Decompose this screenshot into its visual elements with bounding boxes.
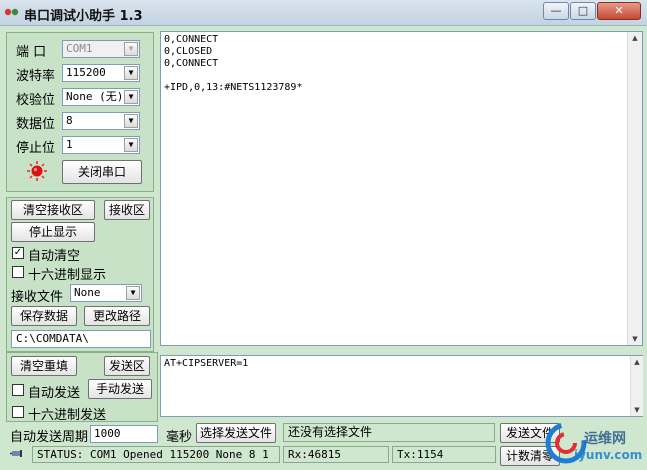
watermark-url: iyunv.com (574, 448, 643, 462)
title-bar: 串口调试小助手 1.3 — □ ✕ (0, 0, 647, 26)
port-value: COM1 (66, 42, 93, 55)
receive-file-select[interactable]: None ▼ (70, 284, 142, 302)
scroll-up-icon[interactable]: ▲ (631, 356, 643, 368)
choose-file-button[interactable]: 选择发送文件 (196, 423, 276, 443)
stopbits-select[interactable]: 1 ▼ (62, 136, 140, 154)
receive-area-button[interactable]: 接收区 (104, 200, 150, 220)
tx-counter: Tx:1154 (392, 446, 496, 463)
chevron-down-icon: ▼ (124, 42, 138, 56)
receive-file-value: None (74, 286, 101, 299)
save-path-field[interactable]: C:\COMDATA\ (11, 330, 151, 348)
databits-value: 8 (66, 114, 73, 127)
stopbits-value: 1 (66, 138, 73, 151)
hex-display-checkbox[interactable] (12, 266, 24, 278)
period-input[interactable]: 1000 (90, 425, 158, 443)
watermark-brand: 运维网 (584, 431, 626, 447)
chevron-down-icon: ▼ (124, 66, 138, 80)
chevron-down-icon: ▼ (124, 138, 138, 152)
chevron-down-icon: ▼ (124, 90, 138, 104)
rx-counter: Rx:46815 (283, 446, 389, 463)
manual-send-button[interactable]: 手动发送 (88, 379, 152, 399)
pin-icon (10, 450, 22, 457)
databits-select[interactable]: 8 ▼ (62, 112, 140, 130)
receive-file-label: 接收文件 (11, 290, 64, 305)
stopbits-label: 停止位 (16, 141, 56, 156)
scroll-up-icon[interactable]: ▲ (628, 32, 642, 44)
send-area-button[interactable]: 发送区 (104, 356, 150, 376)
port-status-lamp-icon (27, 161, 47, 181)
window-title: 串口调试小助手 1.3 (24, 9, 143, 24)
period-label: 自动发送周期 (10, 430, 89, 445)
auto-clear-checkbox[interactable]: ✓ (12, 247, 24, 259)
chevron-down-icon: ▼ (126, 286, 140, 300)
databits-label: 数据位 (16, 117, 56, 132)
clear-send-button[interactable]: 清空重填 (11, 356, 77, 376)
selected-file-field: 还没有选择文件 (283, 423, 495, 442)
change-path-button[interactable]: 更改路径 (84, 306, 150, 326)
send-textarea[interactable]: AT+CIPSERVER=1 (160, 355, 643, 417)
minimize-button[interactable]: — (543, 2, 569, 20)
ms-label: 毫秒 (166, 430, 193, 445)
send-scrollbar[interactable]: ▲ ▼ (630, 356, 643, 416)
parity-select[interactable]: None (无) ▼ (62, 88, 140, 106)
stop-display-button[interactable]: 停止显示 (11, 222, 95, 242)
close-button[interactable]: ✕ (597, 2, 641, 20)
maximize-button[interactable]: □ (570, 2, 596, 20)
baud-value: 115200 (66, 66, 106, 79)
auto-clear-label: 自动清空 (28, 249, 81, 264)
scroll-down-icon[interactable]: ▼ (631, 404, 643, 416)
auto-send-checkbox[interactable] (12, 384, 24, 396)
receive-textarea[interactable]: 0,CONNECT 0,CLOSED 0,CONNECT +IPD,0,13:#… (160, 31, 643, 346)
clear-receive-button[interactable]: 清空接收区 (11, 200, 95, 220)
save-data-button[interactable]: 保存数据 (11, 306, 77, 326)
hex-send-checkbox[interactable] (12, 406, 24, 418)
close-port-button[interactable]: 关闭串口 (62, 160, 142, 184)
baud-select[interactable]: 115200 ▼ (62, 64, 140, 82)
hex-display-label: 十六进制显示 (28, 268, 107, 283)
status-text: STATUS: COM1 Opened 115200 None 8 1 (32, 446, 280, 463)
app-window: 串口调试小助手 1.3 — □ ✕ 端 口 COM1 ▼ 波特率 115200 … (0, 0, 647, 470)
chevron-down-icon: ▼ (124, 114, 138, 128)
auto-send-label: 自动发送 (28, 386, 81, 401)
scroll-down-icon[interactable]: ▼ (628, 333, 642, 345)
parity-value: None (无) (66, 90, 124, 103)
port-select[interactable]: COM1 ▼ (62, 40, 140, 58)
hex-send-label: 十六进制发送 (28, 408, 107, 423)
port-label: 端 口 (16, 45, 47, 60)
receive-scrollbar[interactable]: ▲ ▼ (627, 32, 642, 345)
app-icon (4, 8, 19, 16)
parity-label: 校验位 (16, 93, 56, 108)
baud-label: 波特率 (16, 69, 56, 84)
